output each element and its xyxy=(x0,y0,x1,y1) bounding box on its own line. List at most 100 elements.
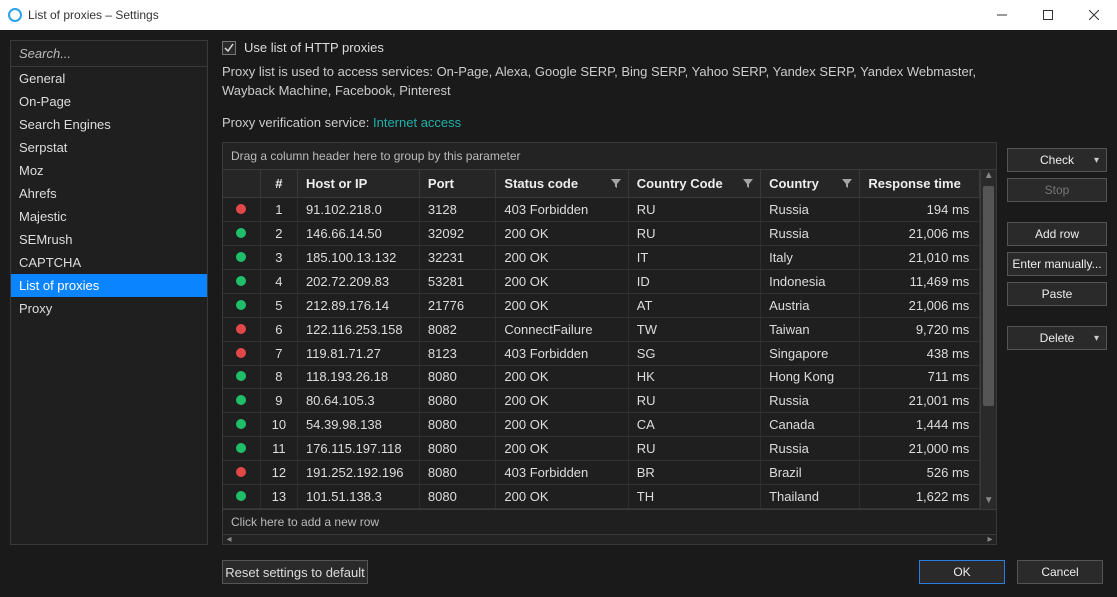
cell-response-time: 11,469 ms xyxy=(860,269,980,293)
filter-icon[interactable] xyxy=(841,177,853,192)
cell-status-code: 200 OK xyxy=(496,246,628,270)
cell-number: 11 xyxy=(260,437,297,461)
table-row[interactable]: 5212.89.176.1421776200 OKATAustria21,006… xyxy=(223,293,980,317)
horizontal-scrollbar[interactable]: ◂ ▸ xyxy=(223,534,996,544)
cell-response-time: 438 ms xyxy=(860,341,980,365)
sidebar-item[interactable]: On-Page xyxy=(11,90,207,113)
sidebar-item[interactable]: Majestic xyxy=(11,205,207,228)
table-row[interactable]: 3185.100.13.13232231200 OKITItaly21,010 … xyxy=(223,246,980,270)
cell-country: Taiwan xyxy=(761,317,860,341)
column-status-code-label: Status code xyxy=(504,176,578,191)
cell-response-time: 526 ms xyxy=(860,461,980,485)
cell-host: 101.51.138.3 xyxy=(297,485,419,509)
column-port[interactable]: Port xyxy=(419,170,496,198)
cell-number: 7 xyxy=(260,341,297,365)
cell-status-code: 200 OK xyxy=(496,389,628,413)
sidebar-item[interactable]: Proxy xyxy=(11,297,207,320)
column-status-dot[interactable] xyxy=(223,170,260,198)
status-dot-icon xyxy=(236,252,246,262)
check-button[interactable]: Check xyxy=(1007,148,1107,172)
cell-status-code: 200 OK xyxy=(496,485,628,509)
table-row[interactable]: 1054.39.98.1388080200 OKCACanada1,444 ms xyxy=(223,413,980,437)
cell-country: Austria xyxy=(761,293,860,317)
cell-country: Hong Kong xyxy=(761,365,860,389)
filter-icon[interactable] xyxy=(742,177,754,192)
scroll-down-icon[interactable]: ▼ xyxy=(981,495,996,509)
table-row[interactable]: 4202.72.209.8353281200 OKIDIndonesia11,4… xyxy=(223,269,980,293)
cell-port: 32231 xyxy=(419,246,496,270)
status-dot-icon xyxy=(236,300,246,310)
reset-settings-button[interactable]: Reset settings to default xyxy=(222,560,368,584)
cell-host: 212.89.176.14 xyxy=(297,293,419,317)
cell-number: 13 xyxy=(260,485,297,509)
cell-host: 202.72.209.83 xyxy=(297,269,419,293)
cell-status-code: 200 OK xyxy=(496,413,628,437)
sidebar-item[interactable]: Ahrefs xyxy=(11,182,207,205)
column-status-code[interactable]: Status code xyxy=(496,170,628,198)
verification-link[interactable]: Internet access xyxy=(373,115,461,130)
column-host[interactable]: Host or IP xyxy=(297,170,419,198)
cell-response-time: 21,000 ms xyxy=(860,437,980,461)
ok-button[interactable]: OK xyxy=(919,560,1005,584)
scroll-up-icon[interactable]: ▲ xyxy=(981,170,996,184)
sidebar-item[interactable]: SEMrush xyxy=(11,228,207,251)
use-proxy-list-checkbox[interactable] xyxy=(222,41,236,55)
column-response-time[interactable]: Response time xyxy=(860,170,980,198)
cell-port: 8080 xyxy=(419,389,496,413)
vertical-scrollbar[interactable]: ▲ ▼ xyxy=(980,170,996,509)
table-row[interactable]: 13101.51.138.38080200 OKTHThailand1,622 … xyxy=(223,485,980,509)
add-new-row-hint[interactable]: Click here to add a new row xyxy=(223,509,996,534)
sidebar-item[interactable]: Serpstat xyxy=(11,136,207,159)
cell-port: 53281 xyxy=(419,269,496,293)
cell-number: 2 xyxy=(260,222,297,246)
cell-host: 191.252.192.196 xyxy=(297,461,419,485)
use-proxy-list-label: Use list of HTTP proxies xyxy=(244,40,384,55)
column-number[interactable]: # xyxy=(260,170,297,198)
cell-country-code: RU xyxy=(628,437,760,461)
add-row-button[interactable]: Add row xyxy=(1007,222,1107,246)
cell-port: 21776 xyxy=(419,293,496,317)
table-row[interactable]: 2146.66.14.5032092200 OKRURussia21,006 m… xyxy=(223,222,980,246)
search-input[interactable]: Search... xyxy=(11,41,207,67)
sidebar-item[interactable]: Search Engines xyxy=(11,113,207,136)
group-by-area[interactable]: Drag a column header here to group by th… xyxy=(223,143,996,170)
cell-host: 80.64.105.3 xyxy=(297,389,419,413)
filter-icon[interactable] xyxy=(610,177,622,192)
cell-response-time: 9,720 ms xyxy=(860,317,980,341)
cell-host: 54.39.98.138 xyxy=(297,413,419,437)
sidebar-item[interactable]: General xyxy=(11,67,207,90)
table-row[interactable]: 8118.193.26.188080200 OKHKHong Kong711 m… xyxy=(223,365,980,389)
table-row[interactable]: 11176.115.197.1188080200 OKRURussia21,00… xyxy=(223,437,980,461)
table-row[interactable]: 7119.81.71.278123403 ForbiddenSGSingapor… xyxy=(223,341,980,365)
status-dot-icon xyxy=(236,371,246,381)
minimize-button[interactable] xyxy=(979,0,1025,30)
table-row[interactable]: 6122.116.253.1588082ConnectFailureTWTaiw… xyxy=(223,317,980,341)
column-country[interactable]: Country xyxy=(761,170,860,198)
cancel-button[interactable]: Cancel xyxy=(1017,560,1103,584)
sidebar-item[interactable]: Moz xyxy=(11,159,207,182)
scroll-left-icon[interactable]: ◂ xyxy=(223,534,235,545)
cell-number: 8 xyxy=(260,365,297,389)
close-button[interactable] xyxy=(1071,0,1117,30)
cell-status-code: 403 Forbidden xyxy=(496,461,628,485)
scroll-thumb[interactable] xyxy=(983,186,994,406)
table-row[interactable]: 12191.252.192.1968080403 ForbiddenBRBraz… xyxy=(223,461,980,485)
scroll-right-icon[interactable]: ▸ xyxy=(984,534,996,545)
enter-manually-button[interactable]: Enter manually... xyxy=(1007,252,1107,276)
app-icon xyxy=(8,8,22,22)
paste-button[interactable]: Paste xyxy=(1007,282,1107,306)
cell-status-code: 200 OK xyxy=(496,437,628,461)
cell-host: 122.116.253.158 xyxy=(297,317,419,341)
table-row[interactable]: 191.102.218.03128403 ForbiddenRURussia19… xyxy=(223,198,980,222)
cell-response-time: 1,622 ms xyxy=(860,485,980,509)
cell-country: Russia xyxy=(761,389,860,413)
sidebar-item[interactable]: CAPTCHA xyxy=(11,251,207,274)
delete-button[interactable]: Delete xyxy=(1007,326,1107,350)
column-country-code[interactable]: Country Code xyxy=(628,170,760,198)
maximize-button[interactable] xyxy=(1025,0,1071,30)
table-row[interactable]: 980.64.105.38080200 OKRURussia21,001 ms xyxy=(223,389,980,413)
status-dot-icon xyxy=(236,491,246,501)
sidebar-item[interactable]: List of proxies xyxy=(11,274,207,297)
stop-button[interactable]: Stop xyxy=(1007,178,1107,202)
cell-response-time: 1,444 ms xyxy=(860,413,980,437)
